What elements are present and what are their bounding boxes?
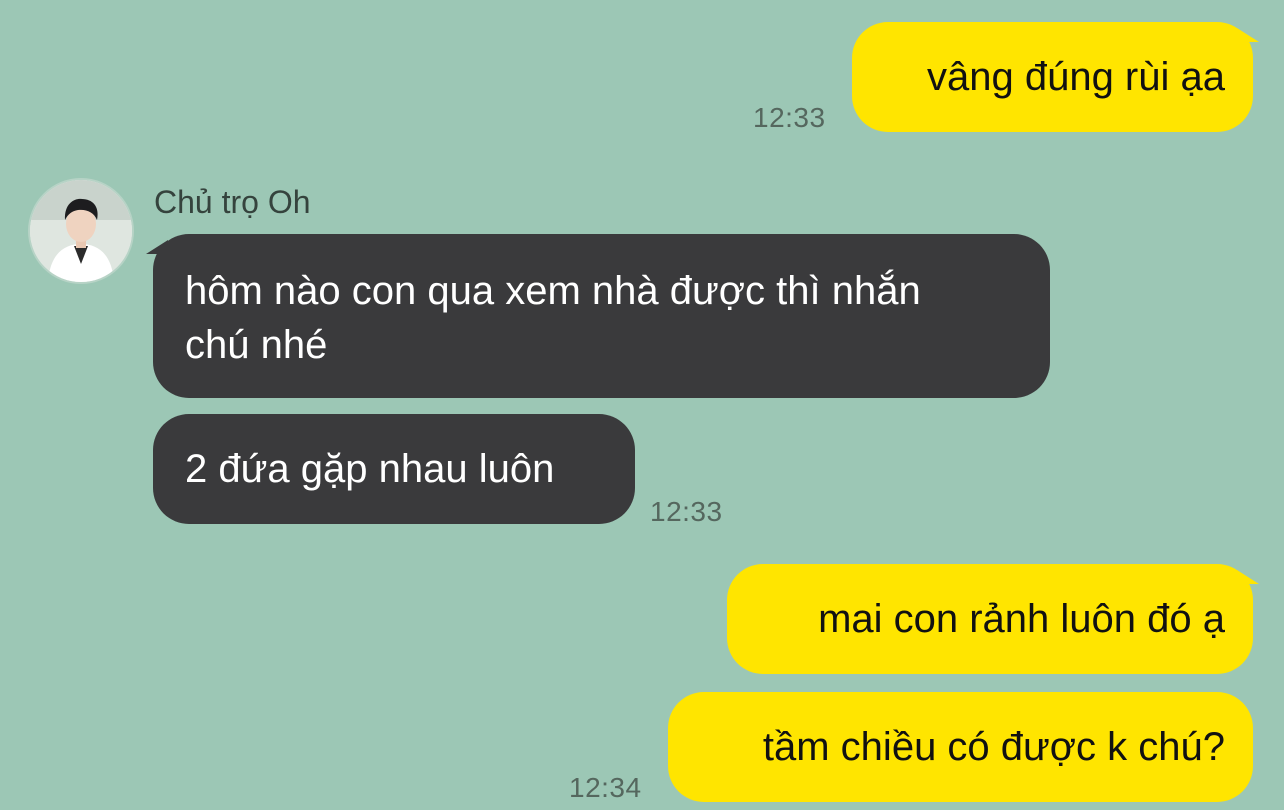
outgoing-message[interactable]: tầm chiều có được k chú? (668, 692, 1253, 802)
message-text: tầm chiều có được k chú? (762, 725, 1225, 769)
outgoing-message[interactable]: vâng đúng rùi ạa (852, 22, 1253, 132)
incoming-message[interactable]: 2 đứa gặp nhau luôn (153, 414, 635, 524)
message-timestamp: 12:33 (650, 496, 723, 527)
contact-avatar[interactable] (30, 180, 132, 282)
incoming-message[interactable]: hôm nào con qua xem nhà được thì nhắn ch… (153, 234, 1050, 398)
message-timestamp: 12:34 (569, 772, 642, 803)
message-text-line-2: chú nhé (185, 323, 328, 367)
outgoing-message[interactable]: mai con rảnh luôn đó ạ (727, 564, 1253, 674)
contact-avatar-photo (30, 180, 132, 282)
message-timestamp: 12:33 (753, 102, 826, 133)
message-text-line-1: hôm nào con qua xem nhà được thì nhắn (185, 269, 921, 313)
message-text: mai con rảnh luôn đó ạ (818, 597, 1225, 641)
contact-name: Chủ trọ Oh (154, 184, 311, 220)
message-text: 2 đứa gặp nhau luôn (185, 447, 555, 491)
message-text: vâng đúng rùi ạa (926, 55, 1225, 99)
